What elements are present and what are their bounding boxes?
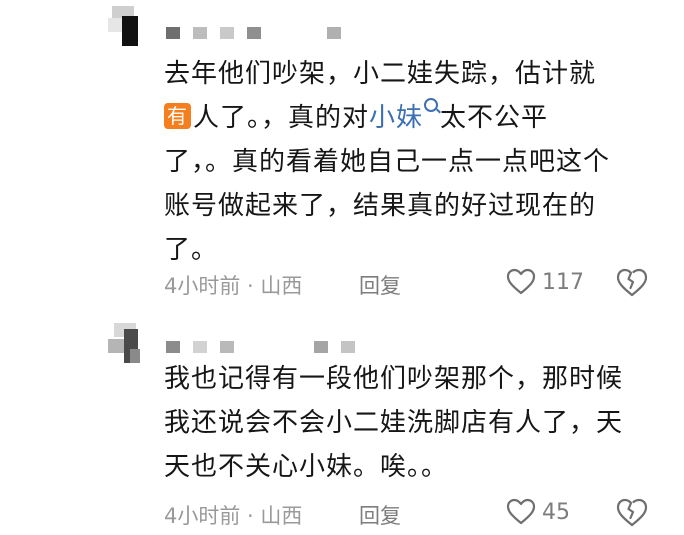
search-icon[interactable] bbox=[424, 98, 439, 112]
broken-heart-icon bbox=[616, 498, 648, 527]
comment-text: 去年他们吵架，小二娃失踪，估计就 有人了。，真的对小妹 太不公平 了，。真的看着她… bbox=[164, 52, 664, 272]
username-censored[interactable] bbox=[166, 26, 354, 40]
username-censored[interactable] bbox=[166, 340, 368, 354]
heart-icon bbox=[506, 498, 536, 525]
comment-text: 我也记得有一段他们吵架那个，那时候 我还说会不会小二娃洗脚店有人了，天 天也不关… bbox=[164, 357, 664, 489]
badge-you: 有 bbox=[164, 103, 191, 129]
reply-button[interactable]: 回复 bbox=[359, 270, 401, 300]
dislike-button[interactable] bbox=[616, 498, 648, 533]
comment-line: 了，。真的看着她自己一点一点吧这个 bbox=[164, 147, 611, 177]
time-location: 4小时前 · 山西 bbox=[164, 274, 303, 298]
dislike-button[interactable] bbox=[616, 268, 648, 303]
comment-line: 去年他们吵架，小二娃失踪，估计就 bbox=[164, 59, 597, 89]
broken-heart-icon bbox=[616, 268, 648, 297]
avatar[interactable] bbox=[108, 323, 144, 363]
like-button[interactable]: 117 bbox=[506, 268, 584, 296]
comment-line: 天也不关心小妹。唉。。 bbox=[164, 452, 449, 482]
comment-item: 去年他们吵架，小二娃失踪，估计就 有人了。，真的对小妹 太不公平 了，。真的看着她… bbox=[0, 0, 684, 315]
like-count: 45 bbox=[542, 499, 570, 525]
like-count: 117 bbox=[542, 269, 584, 295]
comment-meta: 4小时前 · 山西 回复 45 bbox=[164, 498, 664, 528]
comment-meta: 4小时前 · 山西 回复 117 bbox=[164, 268, 664, 298]
heart-icon bbox=[506, 268, 536, 295]
comment-line: 我还说会不会小二娃洗脚店有人了，天 bbox=[164, 408, 624, 438]
comment-line: 账号做起来了，结果真的好过现在的 bbox=[164, 191, 597, 221]
avatar[interactable] bbox=[108, 6, 144, 46]
like-button[interactable]: 45 bbox=[506, 498, 570, 526]
reply-button[interactable]: 回复 bbox=[359, 500, 401, 530]
comment-line: 我也记得有一段他们吵架那个，那时候 bbox=[164, 364, 624, 394]
comment-segment: 人了。，真的对 bbox=[193, 103, 370, 133]
time-location: 4小时前 · 山西 bbox=[164, 504, 303, 528]
comment-segment: 太不公平 bbox=[440, 103, 549, 133]
comment-line: 了。 bbox=[164, 235, 219, 265]
keyword-link[interactable]: 小妹 bbox=[369, 103, 423, 133]
comment-line: 有人了。，真的对小妹 太不公平 bbox=[164, 96, 664, 140]
comment-item: 我也记得有一段他们吵架那个，那时候 我还说会不会小二娃洗脚店有人了，天 天也不关… bbox=[0, 315, 684, 535]
